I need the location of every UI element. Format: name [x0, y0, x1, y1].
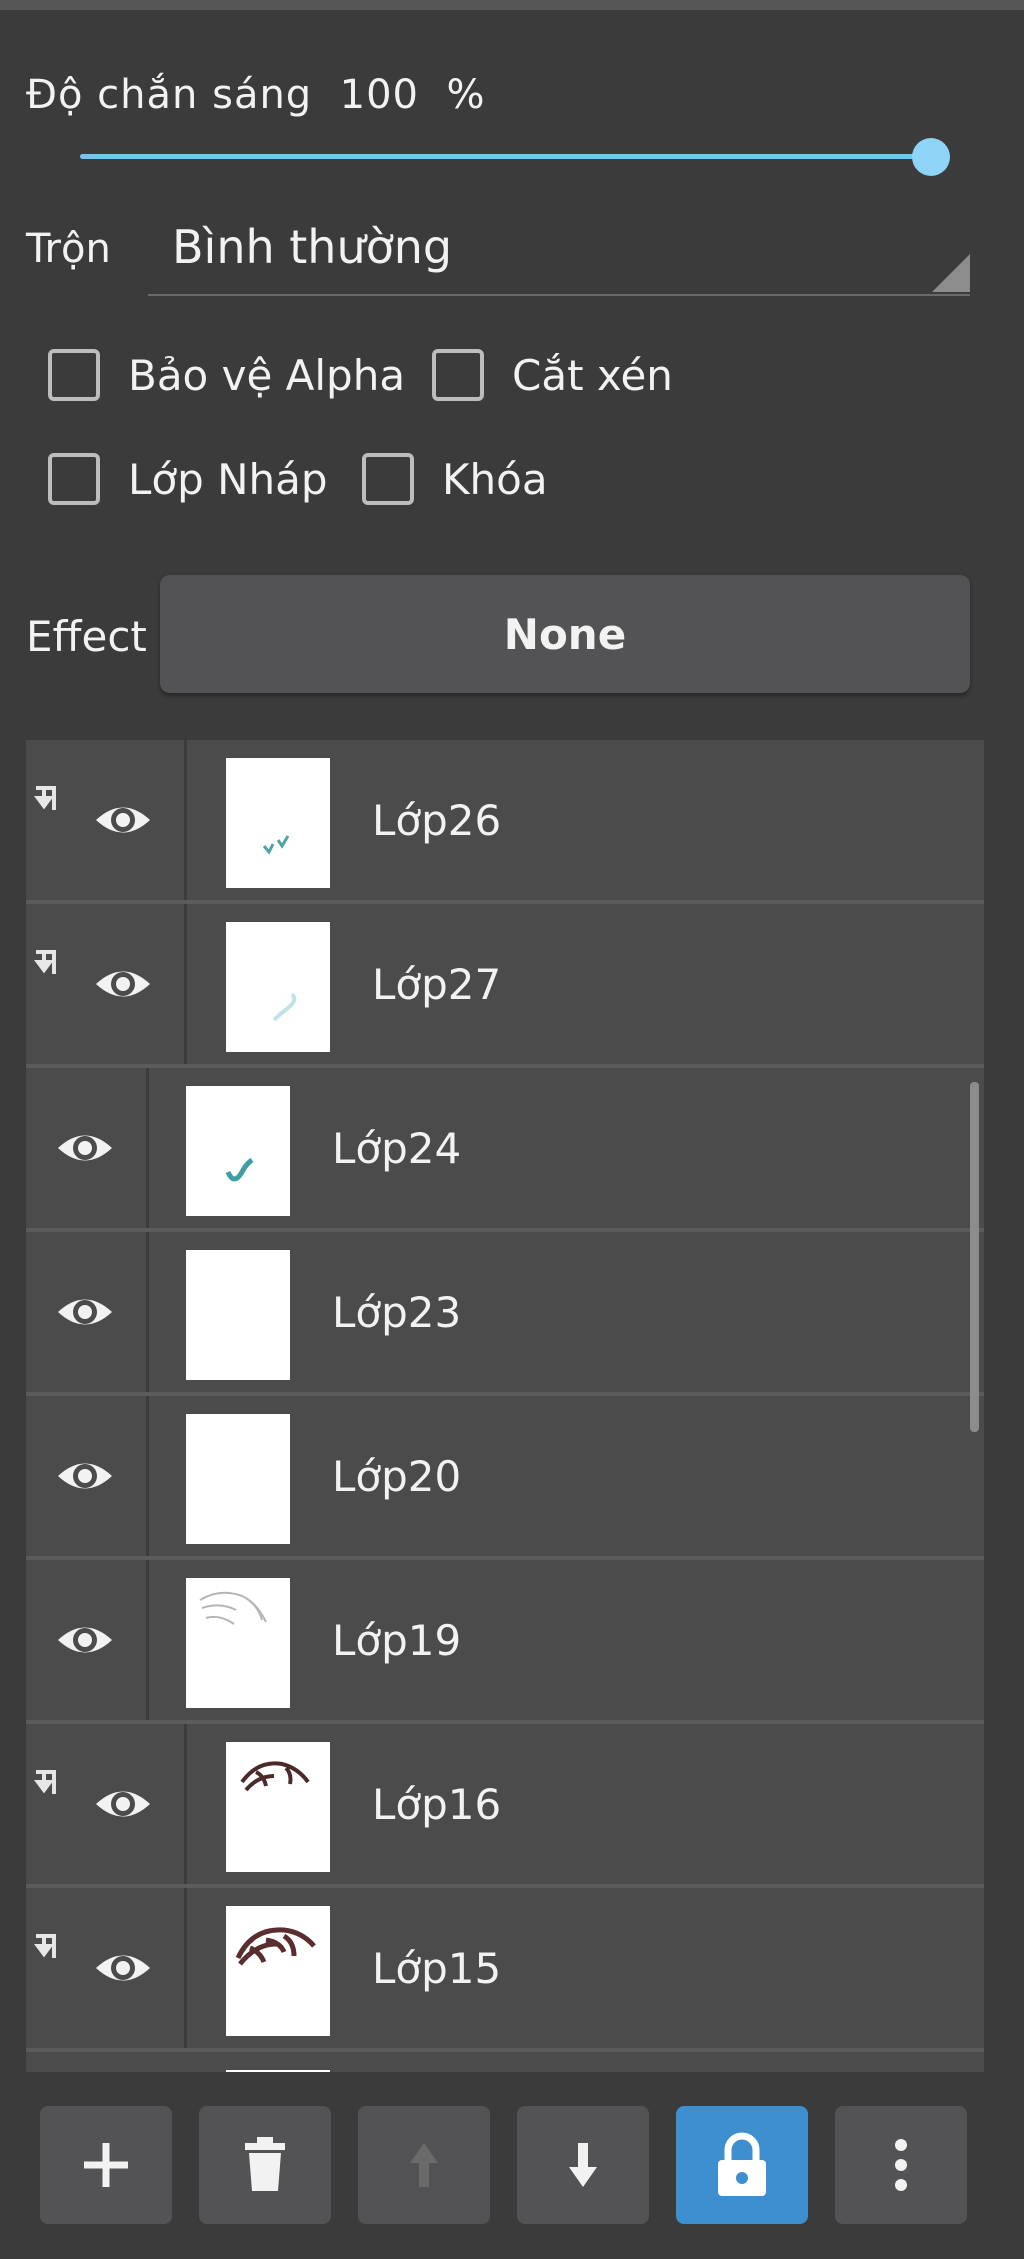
lock-icon — [718, 2132, 766, 2196]
clipping-arrow-icon — [34, 786, 56, 810]
layer-row-partial[interactable] — [26, 2052, 984, 2072]
eye-icon[interactable] — [92, 953, 154, 1015]
lock-layer-button[interactable] — [676, 2106, 808, 2224]
delete-layer-button[interactable] — [199, 2106, 331, 2224]
arrow-up-icon — [410, 2143, 438, 2187]
clip-indent-divider — [184, 904, 187, 1064]
opacity-label: Độ chắn sáng 100 % — [26, 72, 485, 118]
clipping-label: Cắt xén — [512, 350, 673, 400]
layer-toolbar — [0, 2100, 1024, 2259]
clipping-arrow-icon — [34, 950, 56, 974]
lock-label: Khóa — [442, 454, 548, 504]
draft-layer-checkbox[interactable]: Lớp Nháp — [48, 453, 328, 505]
clipping-arrow-icon — [34, 1934, 56, 1958]
top-divider — [0, 0, 1024, 10]
clip-indent-divider — [184, 1888, 187, 2048]
eye-icon[interactable] — [54, 1117, 116, 1179]
opacity-value: 100 — [339, 72, 419, 118]
layer-row-lop16[interactable]: Lớp16 — [26, 1724, 984, 1888]
clip-indent-divider — [184, 740, 187, 900]
effect-label: Effect — [26, 612, 147, 661]
protect-alpha-label: Bảo vệ Alpha — [128, 350, 406, 400]
eye-icon[interactable] — [92, 1773, 154, 1835]
eye-icon[interactable] — [92, 789, 154, 851]
blend-label: Trộn — [26, 226, 111, 272]
layer-row-lop15[interactable]: Lớp15 — [26, 1888, 984, 2052]
layer-name: Lớp27 — [372, 960, 502, 1009]
layer-thumbnail — [186, 1414, 290, 1544]
layer-thumbnail — [226, 2070, 330, 2072]
layer-thumbnail — [226, 758, 330, 888]
arrow-down-icon — [569, 2143, 597, 2187]
lock-checkbox[interactable]: Khóa — [362, 453, 548, 505]
opacity-slider-track[interactable] — [80, 154, 930, 159]
layer-row-lop27[interactable]: Lớp27 — [26, 904, 984, 1068]
more-options-button[interactable] — [835, 2106, 967, 2224]
layer-name: Lớp24 — [332, 1124, 462, 1173]
layer-list-scrollbar[interactable] — [970, 1082, 979, 1432]
layer-name: Lớp26 — [372, 796, 502, 845]
add-icon — [84, 2143, 128, 2187]
clip-indent-divider — [184, 1724, 187, 1884]
checkbox-icon — [362, 453, 414, 505]
layer-row-lop24[interactable]: Lớp24 — [26, 1068, 984, 1232]
layer-name: Lớp20 — [332, 1452, 462, 1501]
layer-row-lop23[interactable]: Lớp23 — [26, 1232, 984, 1396]
move-layer-up-button[interactable] — [358, 2106, 490, 2224]
draft-layer-label: Lớp Nháp — [128, 454, 328, 504]
move-layer-down-button[interactable] — [517, 2106, 649, 2224]
layer-thumbnail — [186, 1086, 290, 1216]
layer-name: Lớp15 — [372, 1944, 502, 1993]
layer-divider — [146, 1232, 149, 1392]
eye-icon[interactable] — [54, 1609, 116, 1671]
layer-list[interactable]: Lớp26 Lớp27 Lớp24 Lớp23 Lớp20 Lớp19 Lớp1… — [26, 740, 984, 2072]
layer-thumbnail — [226, 1906, 330, 2036]
layer-row-lop20[interactable]: Lớp20 — [26, 1396, 984, 1560]
layer-thumbnail — [186, 1250, 290, 1380]
eye-icon[interactable] — [92, 1937, 154, 1999]
blend-mode-value: Bình thường — [172, 220, 453, 274]
opacity-unit: % — [446, 72, 486, 118]
layer-row-lop26[interactable]: Lớp26 — [26, 740, 984, 904]
layer-name: Lớp16 — [372, 1780, 502, 1829]
opacity-title: Độ chắn sáng — [26, 72, 313, 118]
layer-name: Lớp19 — [332, 1616, 462, 1665]
clipping-checkbox[interactable]: Cắt xén — [432, 349, 673, 401]
layer-divider — [146, 1068, 149, 1228]
layer-divider — [146, 1560, 149, 1720]
checkbox-icon — [48, 349, 100, 401]
add-layer-button[interactable] — [40, 2106, 172, 2224]
layer-thumbnail — [186, 1578, 290, 1708]
layer-thumbnail — [226, 922, 330, 1052]
layer-divider — [146, 1396, 149, 1556]
more-vertical-icon — [895, 2139, 907, 2191]
opacity-slider-thumb[interactable] — [912, 138, 950, 176]
layer-name: Lớp23 — [332, 1288, 462, 1337]
clipping-arrow-icon — [34, 1770, 56, 1794]
layer-thumbnail — [226, 1742, 330, 1872]
layer-row-lop19[interactable]: Lớp19 — [26, 1560, 984, 1724]
checkbox-icon — [432, 349, 484, 401]
effect-button[interactable]: None — [160, 575, 970, 693]
eye-icon[interactable] — [54, 1281, 116, 1343]
checkbox-icon — [48, 453, 100, 505]
eye-icon[interactable] — [54, 1445, 116, 1507]
blend-mode-select[interactable]: Bình thường — [148, 210, 970, 296]
protect-alpha-checkbox[interactable]: Bảo vệ Alpha — [48, 349, 405, 401]
trash-icon — [245, 2137, 285, 2191]
dropdown-corner-icon — [932, 254, 970, 292]
